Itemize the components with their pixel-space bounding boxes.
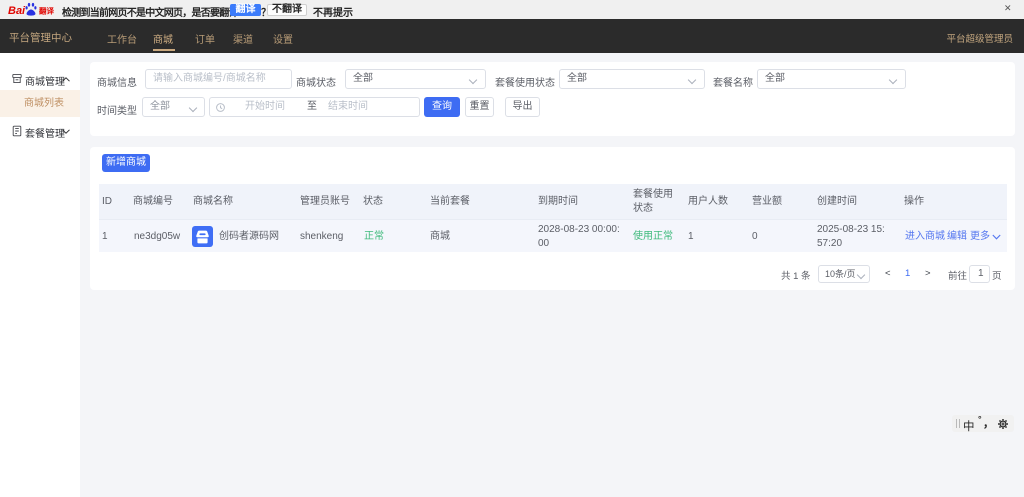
svg-text:翻译: 翻译: [39, 6, 54, 16]
svg-text:Bai: Bai: [8, 5, 26, 17]
